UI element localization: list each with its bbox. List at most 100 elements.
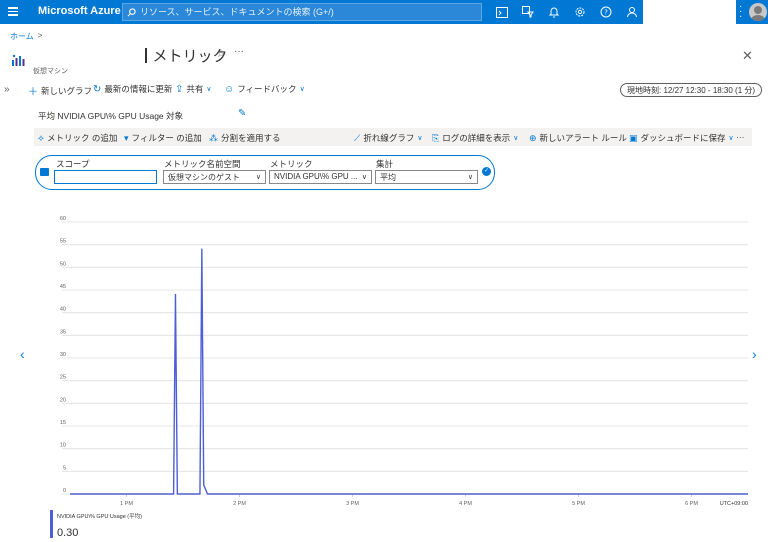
x-tick-label: 2 PM <box>233 501 246 507</box>
drill-into-logs-button[interactable]: ⎘ ログの詳細を表示 ∨ <box>432 132 518 144</box>
title-divider <box>145 48 147 63</box>
legend-series-name: NVIDIA GPU\% GPU Usage (平均) <box>57 514 142 520</box>
edit-title-pencil-icon[interactable]: ✎ <box>238 108 246 119</box>
add-filter-button[interactable]: ▾ フィルター の追加 <box>124 132 202 144</box>
new-alert-rule-button[interactable]: ⊕ 新しいアラート ルール <box>529 132 627 144</box>
y-tick-label: 45 <box>60 284 66 290</box>
x-tick-label: 1 PM <box>120 501 133 507</box>
add-metric-label: メトリック の追加 <box>46 133 118 143</box>
x-tick-label: 5 PM <box>572 501 585 507</box>
legend-series-value: 0.30 <box>57 527 79 539</box>
breadcrumb-home-link[interactable]: ホーム <box>10 31 34 42</box>
y-tick-label: 55 <box>60 239 66 245</box>
save-to-dashboard-label: ダッシュボードに保存 <box>640 133 726 143</box>
add-filter-label: フィルター の追加 <box>131 133 202 143</box>
hamburger-menu-icon[interactable] <box>6 5 20 19</box>
aggregation-dropdown[interactable]: 平均 ∨ <box>375 170 478 184</box>
line-chart-label: 折れ線グラフ <box>363 133 415 143</box>
azure-top-bar: Microsoft Azure ? ··· <box>0 0 768 24</box>
y-tick-label: 5 <box>63 465 66 471</box>
y-tick-label: 15 <box>60 420 66 426</box>
add-metric-button[interactable]: ⟡ メトリック の追加 <box>38 132 117 144</box>
share-button[interactable]: ⇪ 共有 ∨ <box>175 83 212 95</box>
directory-filter-icon[interactable] <box>520 4 536 20</box>
account-area[interactable] <box>643 0 736 24</box>
metric-value: NVIDIA GPU\% GPU ... <box>274 172 358 181</box>
feedback-button[interactable]: ☺ フィードバック ∨ <box>224 83 305 95</box>
close-blade-icon[interactable]: ✕ <box>742 48 753 64</box>
help-icon[interactable]: ? <box>598 4 614 20</box>
search-icon <box>127 7 136 16</box>
timezone-label: UTC+09:00 <box>720 501 748 507</box>
aggregation-label: 集計 <box>376 159 394 169</box>
filter-icon: ▾ <box>124 132 129 143</box>
x-tick-label: 6 PM <box>685 501 698 507</box>
scope-field[interactable] <box>54 170 157 184</box>
notifications-icon[interactable] <box>546 4 562 20</box>
namespace-dropdown[interactable]: 仮想マシンのゲスト ∨ <box>163 170 266 184</box>
aggregation-value: 平均 <box>380 173 396 182</box>
azure-brand[interactable]: Microsoft Azure <box>38 5 121 17</box>
chevron-down-icon: ∨ <box>361 174 367 181</box>
chevron-down-icon: ∨ <box>513 135 519 142</box>
y-tick-label: 50 <box>60 261 66 267</box>
y-tick-label: 25 <box>60 375 66 381</box>
refresh-icon: ↻ <box>93 83 102 95</box>
metrics-chart-icon <box>12 54 25 66</box>
plus-icon: ＋ <box>28 87 38 98</box>
cloud-shell-icon[interactable] <box>494 4 510 20</box>
expand-sidebar-icon[interactable]: » <box>4 84 10 95</box>
chart-title: 平均 NVIDIA GPU\% GPU Usage 対象 <box>38 111 184 121</box>
y-tick-label: 30 <box>60 352 66 358</box>
y-tick-label: 10 <box>60 443 66 449</box>
avatar[interactable] <box>749 3 767 21</box>
chart-more-icon[interactable]: ··· <box>736 132 745 142</box>
more-vertical-icon[interactable]: · · · <box>739 2 743 22</box>
refresh-button[interactable]: ↻ 最新の情報に更新 <box>93 83 172 95</box>
metric-label: メトリック <box>270 159 313 169</box>
metric-line-chart: 605550454035302520151050 1 PM 2 PM 3 PM 4 P… <box>60 216 748 507</box>
y-tick-label: 60 <box>60 216 66 222</box>
chevron-down-icon: ∨ <box>206 86 212 93</box>
y-tick-label: 35 <box>60 329 66 335</box>
feedback-person-icon[interactable] <box>624 4 640 20</box>
scope-label: スコープ <box>56 159 90 169</box>
resource-type-subtitle: 仮想マシン <box>33 68 68 75</box>
apply-splitting-button[interactable]: ⁂ 分割を適用する <box>209 132 281 144</box>
new-chart-button[interactable]: ＋ 新しいグラフ <box>28 83 93 99</box>
share-label: 共有 <box>186 84 204 94</box>
new-chart-label: 新しいグラフ <box>41 85 93 96</box>
split-icon: ⁂ <box>209 132 218 143</box>
x-tick-label: 3 PM <box>346 501 359 507</box>
y-tick-label: 40 <box>60 307 66 313</box>
chevron-down-icon: ∨ <box>467 174 473 181</box>
legend-color-bar <box>50 510 53 538</box>
y-tick-label: 0 <box>63 488 66 494</box>
search-input[interactable] <box>140 7 470 17</box>
namespace-value: 仮想マシンのゲスト <box>168 173 240 182</box>
metric-dropdown[interactable]: NVIDIA GPU\% GPU ... ∨ <box>269 170 372 184</box>
line-chart-icon: ⟋ <box>354 132 361 143</box>
more-actions-icon[interactable]: ··· <box>234 46 244 57</box>
series-line[interactable] <box>70 248 748 495</box>
drill-into-logs-label: ログの詳細を表示 <box>442 133 511 143</box>
global-search[interactable] <box>122 3 482 21</box>
namespace-label: メトリック名前空間 <box>164 159 241 169</box>
save-to-dashboard-button[interactable]: ▣ ダッシュボードに保存 ∨ <box>629 132 734 144</box>
new-alert-rule-label: 新しいアラート ルール <box>539 133 627 143</box>
logs-icon: ⎘ <box>432 132 440 143</box>
metric-row-icon <box>40 168 49 176</box>
y-tick-label: 20 <box>60 397 66 403</box>
line-chart-button[interactable]: ⟋ 折れ線グラフ ∨ <box>354 132 422 144</box>
favorite-star-icon[interactable]: ☆ <box>216 47 226 60</box>
confirm-check-icon[interactable]: ✓ <box>482 167 491 176</box>
settings-gear-icon[interactable] <box>572 4 588 20</box>
apply-splitting-label: 分割を適用する <box>221 133 281 143</box>
breadcrumb-separator: > <box>37 31 43 40</box>
alert-icon: ⊕ <box>529 132 537 143</box>
feedback-label: フィードバック <box>237 84 297 94</box>
breadcrumb: ホーム > <box>10 31 42 42</box>
time-range-picker[interactable]: 現地時刻: 12/27 12:30 - 18:30 (1 分) <box>620 83 763 97</box>
share-icon: ⇪ <box>175 83 184 95</box>
chevron-down-icon: ∨ <box>417 135 423 142</box>
